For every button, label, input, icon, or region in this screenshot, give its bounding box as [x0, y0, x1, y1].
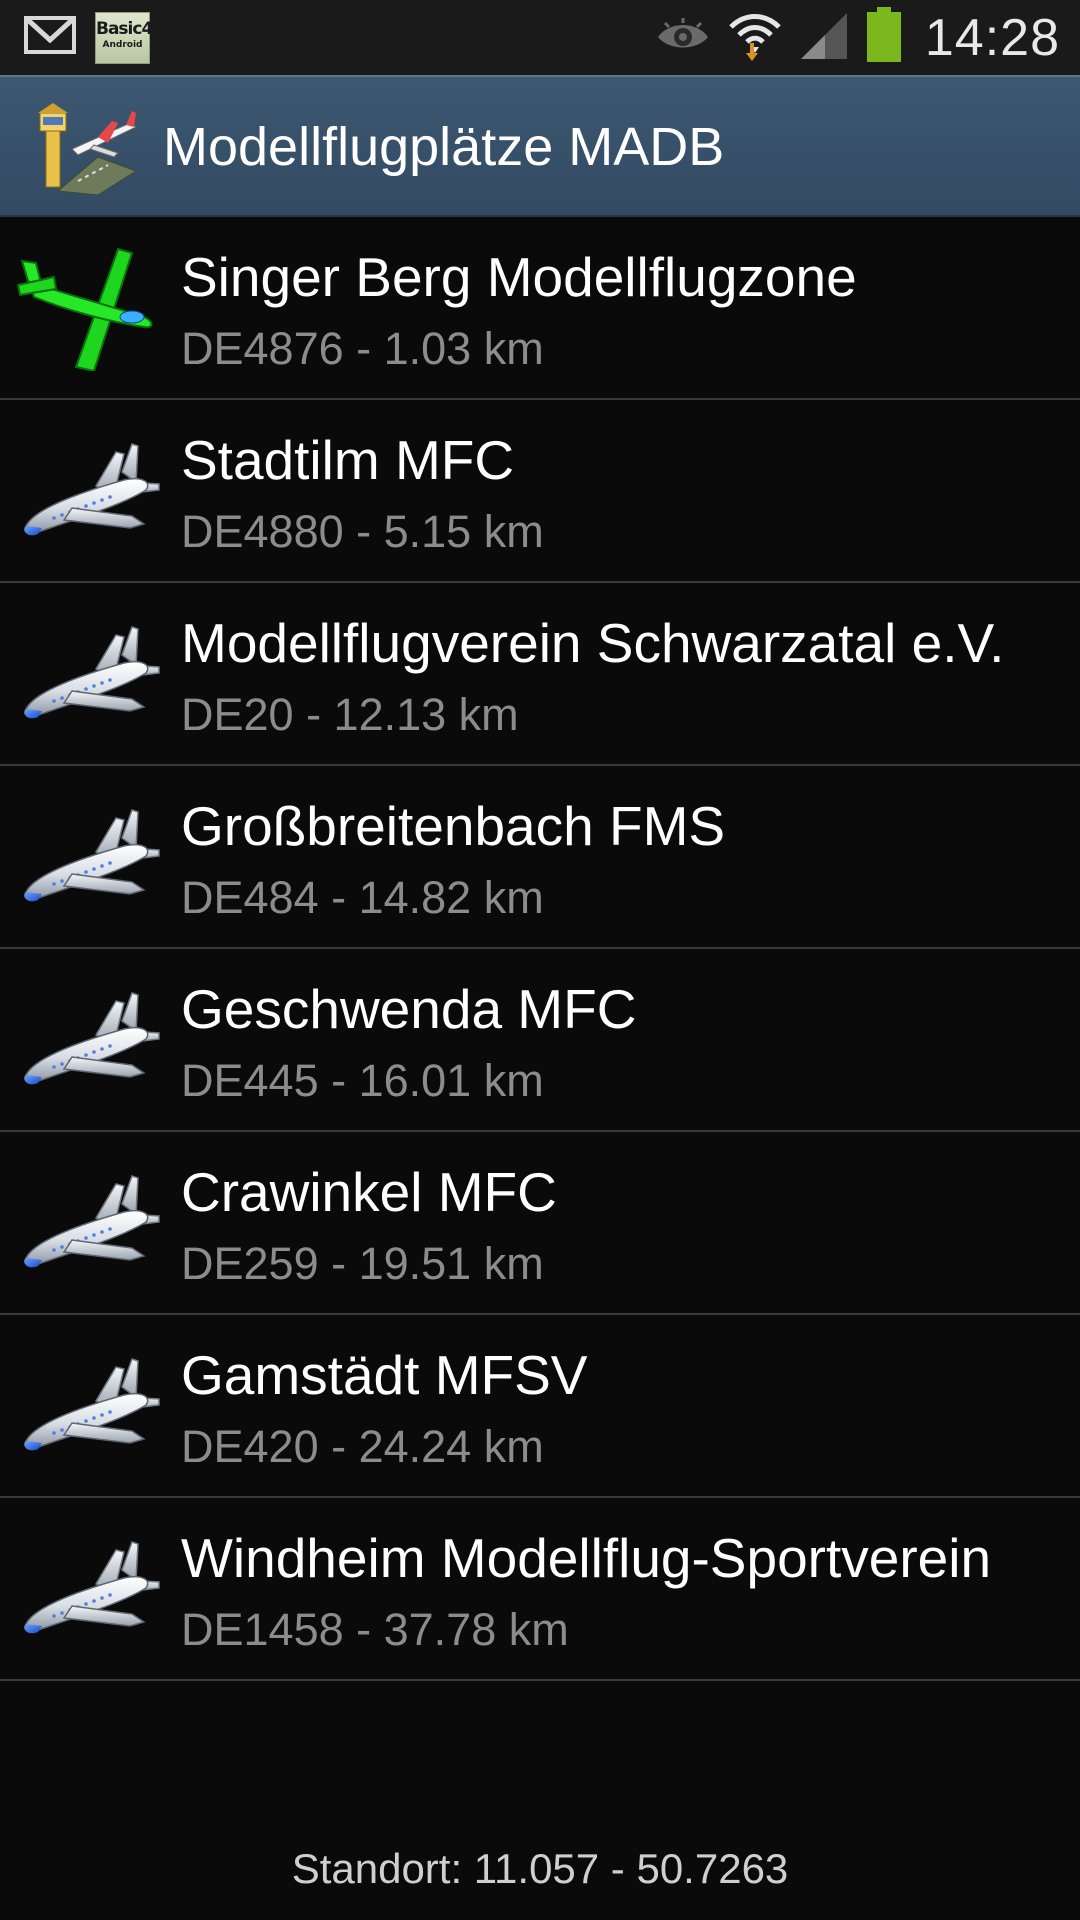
list-item[interactable]: Gamstädt MFSV DE420 - 24.24 km — [0, 1315, 1080, 1498]
status-time: 14:28 — [924, 8, 1060, 67]
app-bar: Modellflugplätze MADB — [0, 75, 1080, 217]
gmail-icon — [24, 12, 76, 63]
airplane-icon — [14, 1339, 164, 1469]
airplane-icon — [14, 1156, 164, 1286]
list-item[interactable]: Stadtilm MFC DE4880 - 5.15 km — [0, 400, 1080, 583]
eye-icon — [655, 15, 711, 60]
airfield-name: Gamstädt MFSV — [181, 1344, 588, 1406]
airfield-name: Singer Berg Modellflugzone — [181, 246, 857, 308]
airplane-icon — [14, 424, 164, 554]
list-item[interactable]: Geschwenda MFC DE445 - 16.01 km — [0, 949, 1080, 1132]
airfield-name: Geschwenda MFC — [181, 978, 637, 1040]
airfield-list: Singer Berg Modellflugzone DE4876 - 1.03… — [0, 217, 1080, 1681]
signal-icon — [799, 9, 849, 66]
list-item[interactable]: Crawinkel MFC DE259 - 19.51 km — [0, 1132, 1080, 1315]
airfield-name: Modellflugverein Schwarzatal e.V. — [181, 612, 1005, 674]
status-icons: 14:28 — [655, 0, 1060, 75]
airfield-detail: DE259 - 19.51 km — [181, 1238, 544, 1289]
airplane-icon — [14, 607, 164, 737]
list-item[interactable]: Singer Berg Modellflugzone DE4876 - 1.03… — [0, 217, 1080, 400]
airfield-name: Großbreitenbach FMS — [181, 795, 726, 857]
airfield-detail: DE1458 - 37.78 km — [181, 1604, 569, 1655]
wifi-icon — [727, 9, 783, 66]
airfield-detail: DE20 - 12.13 km — [181, 689, 519, 740]
battery-icon — [865, 7, 903, 68]
airfield-detail: DE420 - 24.24 km — [181, 1421, 544, 1472]
green-glider-icon — [14, 241, 164, 373]
airfield-detail: DE4880 - 5.15 km — [181, 506, 544, 557]
airfield-name: Stadtilm MFC — [181, 429, 515, 491]
list-item[interactable]: Großbreitenbach FMS DE484 - 14.82 km — [0, 766, 1080, 949]
airplane-icon — [14, 973, 164, 1103]
airfield-name: Crawinkel MFC — [181, 1161, 557, 1223]
airplane-icon — [14, 790, 164, 920]
basic4android-icon-text-top: Basic4 — [96, 19, 153, 39]
basic4android-icon-text-bottom: Android — [102, 40, 143, 50]
list-item[interactable]: Modellflugverein Schwarzatal e.V. DE20 -… — [0, 583, 1080, 766]
airfield-detail: DE445 - 16.01 km — [181, 1055, 544, 1106]
airplane-icon — [14, 1522, 164, 1652]
basic4android-icon: Basic4 Android — [95, 12, 153, 64]
app-title: Modellflugplätze MADB — [163, 117, 725, 177]
airfield-detail: DE484 - 14.82 km — [181, 872, 544, 923]
control-tower-airplane-icon[interactable] — [38, 99, 138, 196]
list-item[interactable]: Windheim Modellflug-Sportverein DE1458 -… — [0, 1498, 1080, 1681]
airfield-name: Windheim Modellflug-Sportverein — [181, 1527, 992, 1589]
location-footer: Standort: 11.057 - 50.7263 — [291, 1845, 789, 1892]
airfield-detail: DE4876 - 1.03 km — [181, 323, 544, 374]
status-bar: Basic4 Android 14:28 — [0, 0, 1080, 75]
screen: Basic4 Android 14:28 Modellflugplätze MA… — [0, 0, 1080, 1920]
